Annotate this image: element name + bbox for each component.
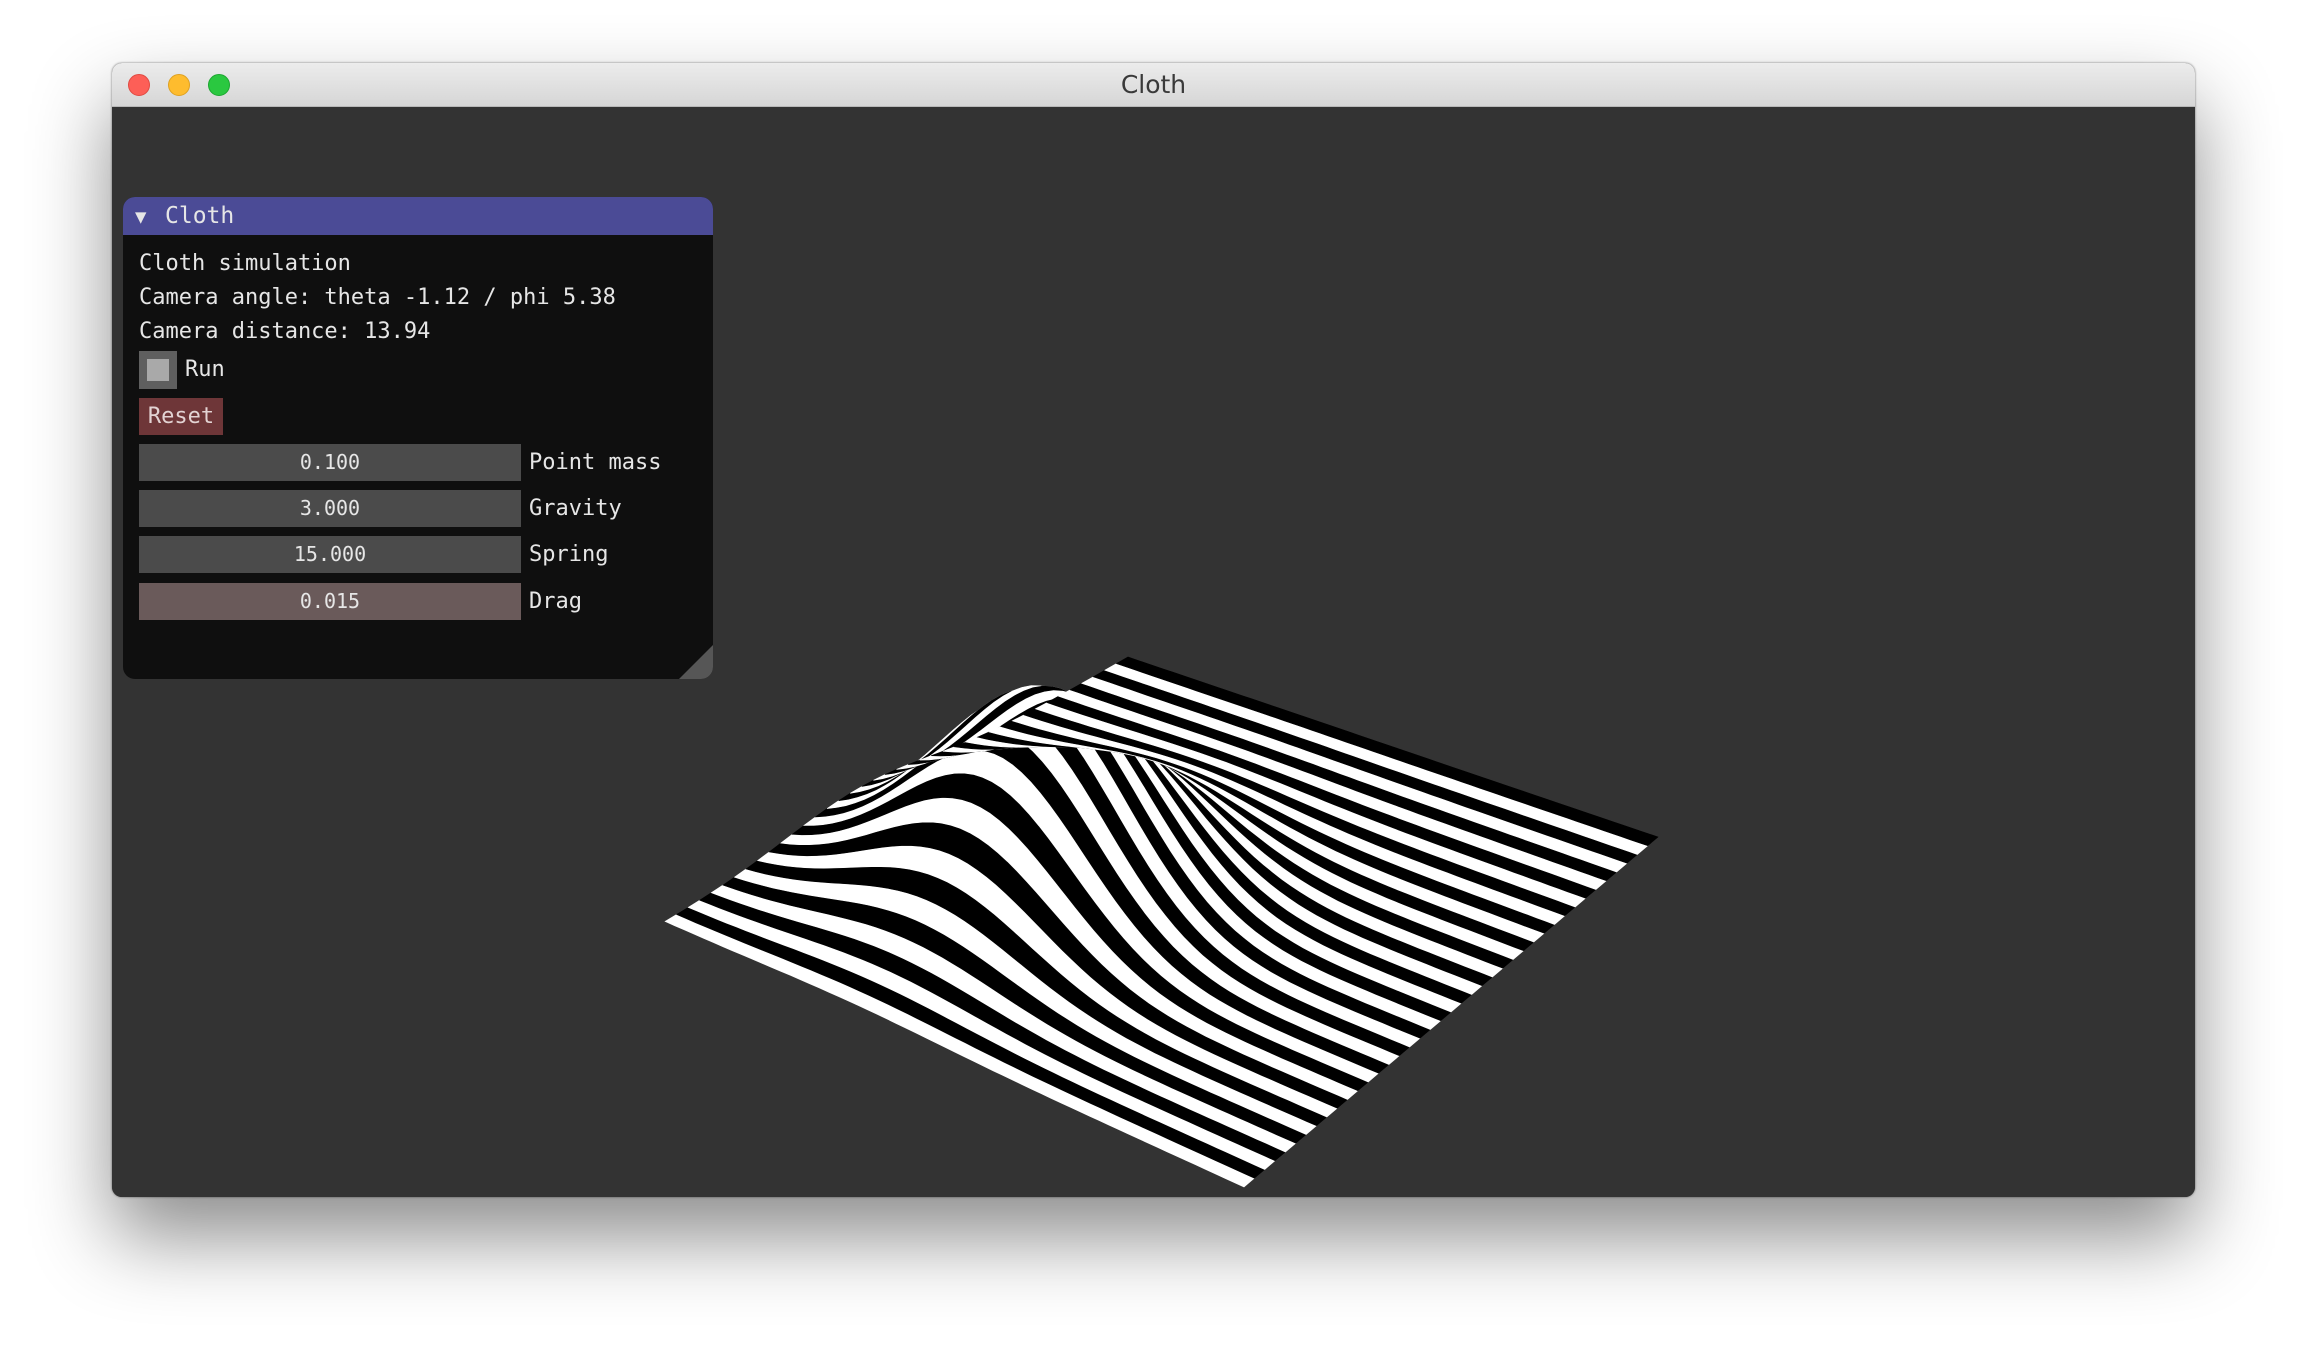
run-checkbox[interactable] [139,351,177,389]
spring-slider[interactable]: 15.000 [139,536,521,573]
gravity-slider[interactable]: 3.000 [139,490,521,527]
drag-slider[interactable]: 0.015 [139,583,521,620]
point-mass-slider[interactable]: 0.100 [139,444,521,481]
reset-button[interactable]: Reset [139,398,223,435]
triangle-down-icon[interactable]: ▼ [135,198,157,236]
app-window: Cloth ▼ Cloth Cloth simulation Camera ang… [112,63,2195,1197]
checkbox-box-icon [147,359,169,381]
drag-label: Drag [529,589,582,614]
panel-header[interactable]: ▼ Cloth [123,197,713,235]
point-mass-label: Point mass [529,450,662,475]
resize-grip-icon[interactable] [679,645,713,679]
cloth-panel[interactable]: ▼ Cloth Cloth simulation Camera angle: th… [123,197,713,679]
camera-angle-text: Camera angle: theta -1.12 / phi 5.38 [139,285,616,310]
run-label: Run [185,357,225,382]
simulation-text: Cloth simulation [139,251,351,276]
window-title: Cloth [1120,70,1187,99]
gravity-label: Gravity [529,496,622,521]
title-bar[interactable]: Cloth [112,63,2195,107]
panel-title: Cloth [165,203,235,229]
spring-label: Spring [529,542,609,567]
render-viewport[interactable]: ▼ Cloth Cloth simulation Camera angle: th… [112,107,2195,1197]
camera-distance-text: Camera distance: 13.94 [139,319,431,344]
